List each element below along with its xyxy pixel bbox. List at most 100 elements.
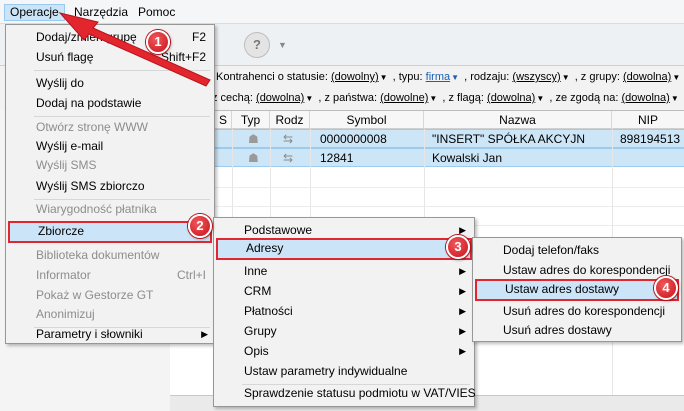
adresy-submenu: Dodaj telefon/faks Ustaw adres do koresp…: [472, 237, 682, 342]
filter-row-2: z cechą: (dowolna)▼ , z państwa: (dowoln…: [212, 92, 681, 104]
chevron-down-icon[interactable]: ▼: [536, 94, 544, 103]
menu-item-otworz-www[interactable]: Otwórz stronę WWW: [8, 117, 212, 137]
chevron-down-icon[interactable]: ▼: [305, 94, 313, 103]
menu-item-anonimizuj[interactable]: Anonimizuj: [8, 304, 212, 324]
col-header-rodz[interactable]: Rodz: [270, 111, 310, 129]
chevron-down-icon[interactable]: ▼: [278, 40, 287, 50]
grid-header: S Typ Rodz Symbol Nazwa NIP: [170, 111, 684, 129]
chevron-down-icon[interactable]: ▼: [562, 73, 570, 82]
filter-grupy-label: , z grupy:: [574, 71, 620, 83]
cell-symbol: 0000000008: [320, 132, 387, 146]
menu-item-ustaw-parametry[interactable]: Ustaw parametry indywidualne: [216, 361, 472, 381]
menu-item-crm[interactable]: CRM ▶: [216, 281, 472, 301]
menu-item-label: Zbiorcze: [38, 224, 85, 238]
menu-item-parametry[interactable]: Parametry i słowniki ▶: [8, 324, 212, 344]
filter-zgoda-label: , ze zgodą na:: [549, 92, 619, 104]
zbiorcze-submenu: Podstawowe▶ Adresy▶ Inne▶ CRM▶ Płatności…: [213, 217, 476, 407]
menu-narzedzia[interactable]: Narzędzia: [69, 4, 133, 21]
table-row[interactable]: ☗ ⇆ 0000000008 "INSERT" SPÓŁKA AKCYJN 89…: [170, 129, 684, 148]
menu-operacje[interactable]: Operacje: [4, 4, 65, 21]
menu-item-vat-vies[interactable]: Sprawdzenie statusu podmiotu w VAT/VIES: [216, 383, 476, 403]
menu-item-dodaj-telefon[interactable]: Dodaj telefon/faks: [475, 240, 679, 260]
menu-item-label: Opis: [244, 344, 269, 358]
filter-rodzaj-dropdown[interactable]: (wszyscy): [512, 71, 560, 83]
filter-typ-dropdown[interactable]: firma: [426, 71, 450, 83]
submenu-arrow-icon: ▶: [201, 329, 208, 339]
menu-item-zbiorcze[interactable]: Zbiorcze ▶: [8, 221, 212, 243]
chevron-down-icon[interactable]: ▼: [380, 73, 388, 82]
menu-item-platnosci[interactable]: Płatności ▶: [216, 301, 472, 321]
filter-cecha-dropdown[interactable]: (dowolna): [256, 92, 304, 104]
contact-icon: ☗: [248, 151, 259, 165]
filter-typ-label: , typu:: [392, 71, 423, 83]
menu-item-label: Adresy: [246, 241, 284, 255]
table-row[interactable]: ☗ ⇆ 12841 Kowalski Jan: [170, 148, 684, 167]
menu-separator: [34, 70, 210, 71]
menu-item-label: Parametry i słowniki: [36, 327, 143, 341]
chevron-down-icon[interactable]: ▼: [429, 94, 437, 103]
filter-cecha-label: z cechą:: [212, 92, 253, 104]
callout-badge-1: 1: [146, 30, 170, 54]
menu-item-label: Informator: [36, 268, 91, 282]
filter-panstwa-label: , z państwa:: [318, 92, 378, 104]
filter-zgoda-dropdown[interactable]: (dowolna): [622, 92, 670, 104]
menu-item-grupy[interactable]: Grupy ▶: [216, 321, 472, 341]
menu-item-adresy[interactable]: Adresy▶: [216, 238, 472, 260]
cell-nip: [620, 149, 684, 167]
chevron-down-icon[interactable]: ▼: [671, 94, 679, 103]
menu-item-label: Podstawowe: [244, 223, 313, 237]
grid-line: [170, 206, 684, 207]
menu-item-ustaw-adres-dostawy[interactable]: Ustaw adres dostawy: [475, 279, 679, 301]
filter-panstwa-dropdown[interactable]: (dowolne): [380, 92, 428, 104]
swap-arrows-icon: ⇆: [283, 151, 294, 165]
chevron-down-icon[interactable]: ▼: [451, 73, 459, 82]
filter-row-1: Kontrahenci o statusie: (dowolny)▼ , typ…: [216, 71, 682, 83]
cell-symbol: 12841: [320, 151, 354, 165]
col-header-typ[interactable]: Typ: [232, 111, 270, 129]
filter-flaga-dropdown[interactable]: (dowolna): [487, 92, 535, 104]
filter-grupy-dropdown[interactable]: (dowolna): [623, 71, 671, 83]
submenu-arrow-icon: ▶: [459, 306, 466, 316]
filter-status-dropdown[interactable]: (dowolny): [331, 71, 379, 83]
menu-item-opis[interactable]: Opis ▶: [216, 341, 472, 361]
menu-item-usun-adres-dostawy[interactable]: Usuń adres dostawy: [475, 320, 679, 340]
menu-item-wyslij-sms-zbiorczo[interactable]: Wyślij SMS zbiorczo: [8, 176, 212, 196]
col-header-symbol[interactable]: Symbol: [310, 111, 424, 129]
cell-nip: 898194513: [620, 132, 681, 146]
cell-nazwa: Kowalski Jan: [432, 151, 503, 165]
menu-item-pokaz-gestor[interactable]: Pokaż w Gestorze GT: [8, 285, 212, 305]
callout-badge-2: 2: [188, 214, 212, 238]
col-header-nip[interactable]: NIP: [612, 111, 684, 129]
menu-item-shortcut: Shift+F2: [160, 50, 206, 64]
menu-item-label: Grupy: [244, 324, 277, 338]
menu-item-wyslij-email[interactable]: Wyślij e-mail: [8, 136, 212, 156]
menu-item-label: Inne: [244, 264, 268, 278]
callout-badge-3: 3: [446, 235, 470, 259]
submenu-arrow-icon: ▶: [459, 326, 466, 336]
menu-item-usun-flage[interactable]: Usuń flagę Shift+F2: [8, 47, 212, 67]
menu-item-inne[interactable]: Inne ▶: [216, 261, 472, 281]
help-question-icon[interactable]: ?: [244, 32, 270, 58]
menu-item-ustaw-adres-korespondencji[interactable]: Ustaw adres do korespondencji: [475, 260, 679, 280]
menu-item-informator[interactable]: Informator Ctrl+I: [8, 265, 212, 285]
menu-item-usun-adres-korespondencji[interactable]: Usuń adres do korespondencji: [475, 301, 679, 321]
menu-item-wyslij-do[interactable]: Wyślij do: [8, 73, 212, 93]
menu-item-podstawowe[interactable]: Podstawowe ▶: [216, 220, 472, 240]
menu-item-dodaj-na-podstawie[interactable]: Dodaj na podstawie: [8, 93, 212, 113]
menu-item-dodaj-grupe[interactable]: Dodaj/zmień grupę F2: [8, 27, 212, 47]
swap-arrows-icon: ⇆: [283, 132, 294, 146]
chevron-down-icon[interactable]: ▼: [672, 73, 680, 82]
menu-item-biblioteka[interactable]: Biblioteka dokumentów: [8, 245, 212, 265]
contact-icon: ☗: [248, 132, 259, 146]
menu-item-shortcut: Ctrl+I: [176, 268, 206, 282]
col-header-nazwa[interactable]: Nazwa: [424, 111, 612, 129]
menubar: Operacje Narzędzia Pomoc: [0, 0, 684, 24]
menu-pomoc[interactable]: Pomoc: [133, 4, 180, 21]
menu-item-label: Usuń flagę: [36, 50, 94, 64]
submenu-arrow-icon: ▶: [459, 266, 466, 276]
menu-item-label: Dodaj/zmień grupę: [36, 30, 137, 44]
menu-item-wiarygodnosc[interactable]: Wiarygodność płatnika: [8, 199, 212, 219]
menu-item-label: Płatności: [244, 304, 293, 318]
submenu-arrow-icon: ▶: [459, 286, 466, 296]
menu-item-wyslij-sms[interactable]: Wyślij SMS: [8, 155, 212, 175]
